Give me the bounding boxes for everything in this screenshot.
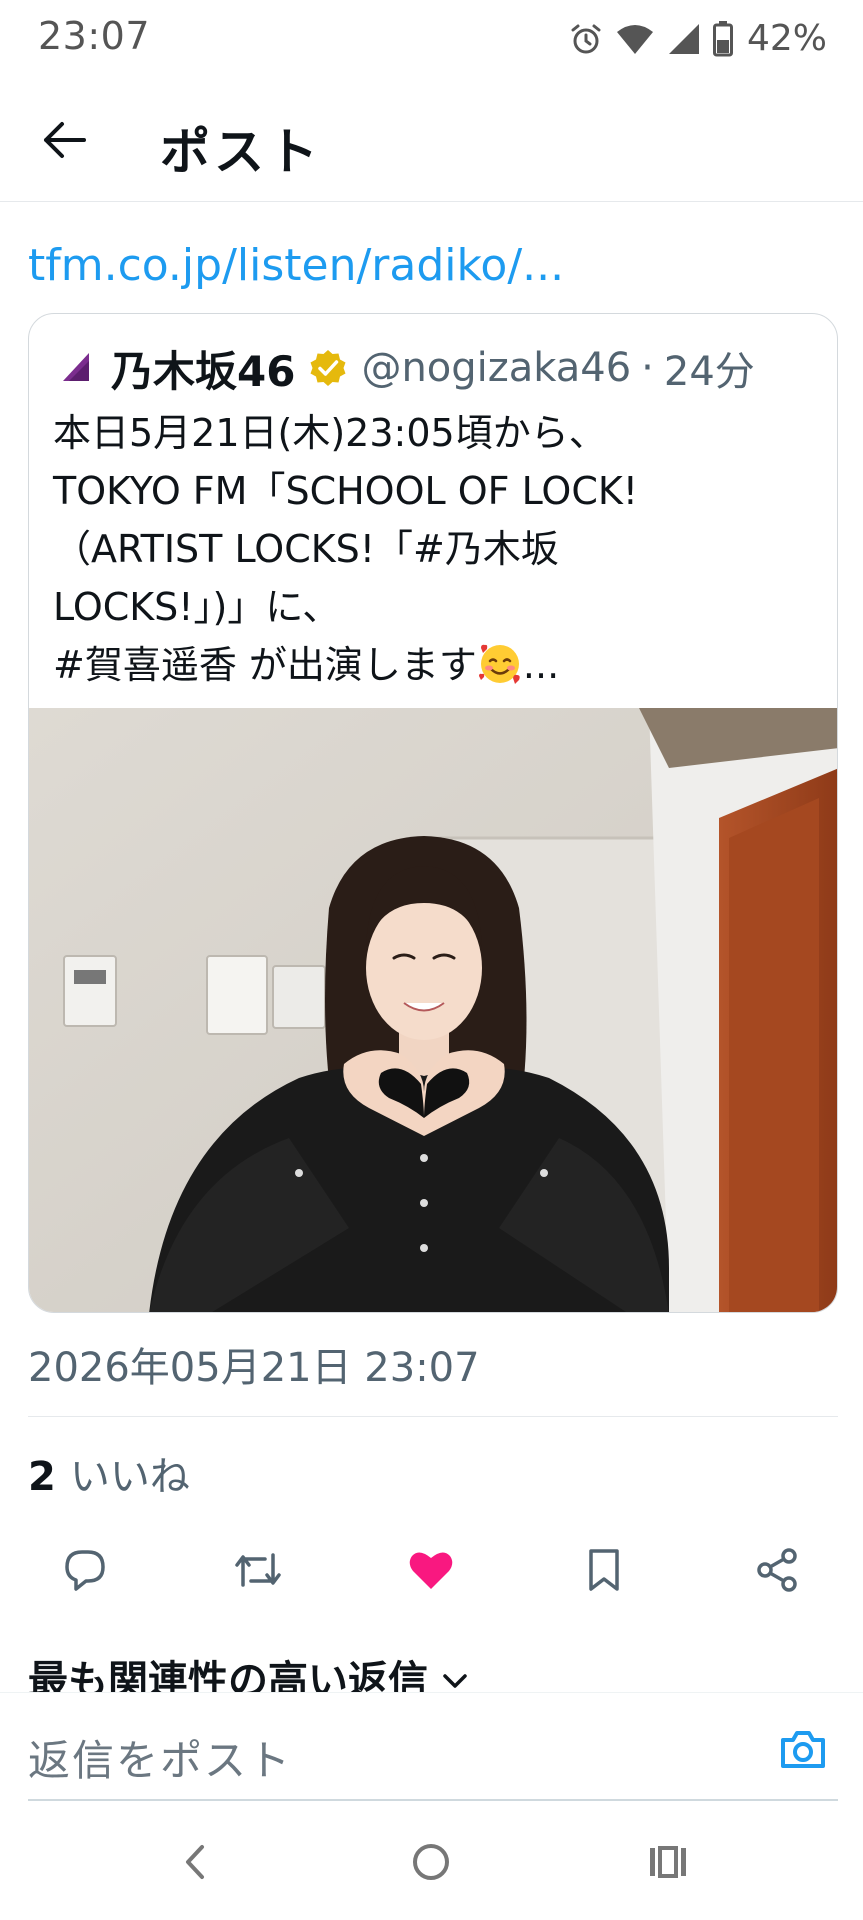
reply-icon	[65, 1550, 105, 1591]
recents-nav-icon	[650, 1846, 686, 1878]
share-button[interactable]	[737, 1530, 817, 1610]
top-app-bar: ポスト	[0, 80, 863, 202]
repost-icon	[235, 1553, 281, 1587]
ellipsis-text: ...	[522, 643, 560, 687]
replies-sort-toggle[interactable]: 最も関連性の高い返信	[28, 1648, 468, 1693]
reply-input[interactable]: 返信をポスト	[28, 1727, 292, 1788]
page-title: ポスト	[160, 123, 322, 181]
quoted-post-text: 本日5月21日(木)23:05頃から、 TOKYO FM「SCHOOL OF L…	[53, 404, 823, 694]
status-icons: 42%	[569, 18, 827, 59]
likes-summary[interactable]: 2 いいね	[28, 1444, 190, 1502]
divider	[28, 1416, 838, 1417]
likes-count: 2	[28, 1454, 56, 1500]
bookmark-button[interactable]	[564, 1530, 644, 1610]
text-line: （ARTIST LOCKS!「#乃木坂	[53, 527, 559, 571]
bookmark-icon	[589, 1549, 619, 1591]
post-actions-bar	[0, 1530, 863, 1610]
attached-photo[interactable]	[29, 708, 837, 1312]
verified-badge-icon	[310, 350, 346, 386]
arrow-left-icon	[44, 122, 86, 158]
quoted-post-card[interactable]: 乃木坂46 @nogizaka46 · 24分 本日5月21日(木)23:05頃…	[28, 313, 838, 1313]
battery-percent: 42%	[746, 18, 827, 59]
text-line: 本日5月21日(木)23:05頃から、	[53, 411, 607, 455]
hashtag-text: #賀喜遥香 が出演します	[53, 643, 477, 687]
system-recents-button[interactable]	[633, 1832, 703, 1892]
wifi-icon	[616, 24, 653, 54]
text-line: TOKYO FM「SCHOOL OF LOCK!	[53, 469, 639, 513]
home-nav-icon	[413, 1844, 449, 1880]
camera-button[interactable]	[773, 1719, 833, 1779]
like-icon	[409, 1552, 453, 1589]
system-back-button[interactable]	[160, 1832, 230, 1892]
back-nav-icon	[186, 1845, 204, 1879]
post-timestamp: 2026年05月21日 23:07	[28, 1345, 480, 1391]
reply-input-underline	[28, 1799, 838, 1801]
text-line-last: #賀喜遥香 が出演します ...	[53, 636, 823, 694]
like-button[interactable]	[391, 1530, 471, 1610]
smiling-face-with-hearts-emoji-icon	[478, 644, 520, 684]
camera-icon	[781, 1731, 825, 1768]
signal-icon	[668, 23, 699, 54]
text-line: LOCKS!」)」に、	[53, 585, 341, 629]
likes-label: いいね	[69, 1454, 190, 1500]
replies-sort-label: 最も関連性の高い返信	[28, 1658, 428, 1693]
author-handle: @nogizaka46	[361, 345, 632, 391]
reply-button[interactable]	[45, 1530, 125, 1610]
post-link[interactable]: tfm.co.jp/listen/radiko/...	[28, 240, 564, 291]
system-home-button[interactable]	[396, 1832, 466, 1892]
post-age: 24分	[663, 349, 755, 395]
system-navigation-bar	[0, 1802, 863, 1920]
back-button[interactable]	[34, 110, 94, 170]
status-bar: 23:07 42%	[0, 0, 863, 80]
author-name: 乃木坂46	[111, 346, 296, 396]
share-icon	[757, 1548, 797, 1592]
reply-composer-bar: 返信をポスト	[0, 1692, 863, 1802]
chevron-down-icon	[443, 1674, 467, 1688]
post-detail-screen: 23:07 42% ポスト tfm.co.jp/listen/radiko/..…	[0, 0, 863, 1920]
alarm-icon	[571, 24, 601, 53]
status-time: 23:07	[38, 14, 151, 58]
group-logo-avatar	[63, 353, 89, 381]
battery-icon	[712, 20, 733, 56]
meta-separator: ·	[641, 345, 654, 391]
photo-illustration	[29, 708, 837, 1312]
quoted-post-header: 乃木坂46 @nogizaka46 · 24分	[59, 338, 755, 398]
repost-button[interactable]	[218, 1530, 298, 1610]
